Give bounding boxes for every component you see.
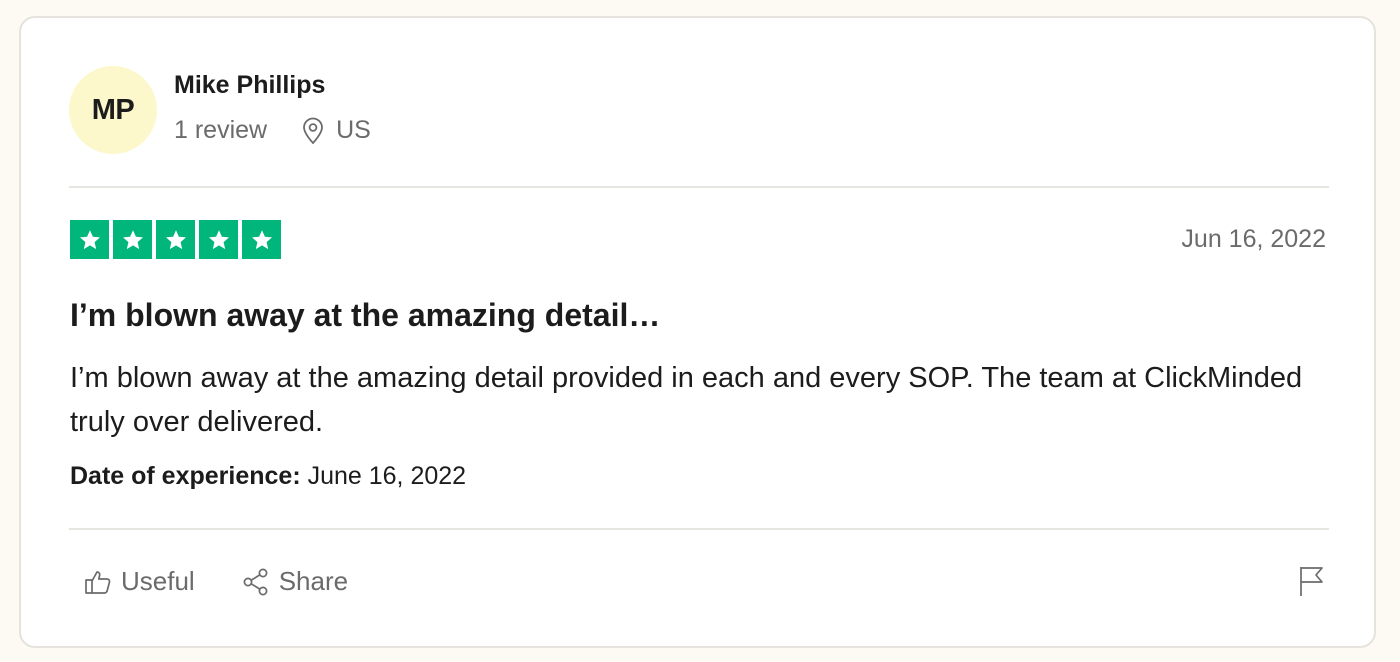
footer-divider <box>69 528 1329 530</box>
review-date: Jun 16, 2022 <box>1181 225 1326 253</box>
thumbs-up-icon <box>83 567 113 597</box>
star-rating <box>70 220 281 259</box>
reviewer-meta: 1 review US <box>174 116 371 145</box>
star-icon <box>70 220 109 259</box>
review-card: MP Mike Phillips 1 review US Jun 16, 202… <box>19 16 1376 648</box>
header-divider <box>69 186 1329 188</box>
experience-label: Date of experience: <box>70 462 301 490</box>
reviewer-location: US <box>336 116 371 144</box>
experience-date: June 16, 2022 <box>307 462 467 490</box>
share-button[interactable]: Share <box>241 566 348 597</box>
report-flag-icon[interactable] <box>1296 564 1326 598</box>
star-icon <box>199 220 238 259</box>
star-icon <box>113 220 152 259</box>
review-body: I’m blown away at the amazing detail pro… <box>70 362 1303 438</box>
useful-label: Useful <box>121 566 195 596</box>
reviewer-name[interactable]: Mike Phillips <box>174 71 325 100</box>
useful-button[interactable]: Useful <box>83 566 195 597</box>
share-label: Share <box>278 566 349 596</box>
share-icon <box>241 567 271 597</box>
review-title[interactable]: I’m blown away at the amazing detail… <box>70 297 660 334</box>
review-count: 1 review <box>174 116 268 144</box>
star-icon <box>156 220 195 259</box>
avatar-initials: MP <box>91 93 135 126</box>
avatar[interactable]: MP <box>69 66 157 154</box>
star-icon <box>242 220 281 259</box>
location-pin-icon <box>301 117 325 145</box>
date-of-experience: Date of experience: June 16, 2022 <box>70 462 466 491</box>
review-actions: Useful Share <box>83 566 348 597</box>
